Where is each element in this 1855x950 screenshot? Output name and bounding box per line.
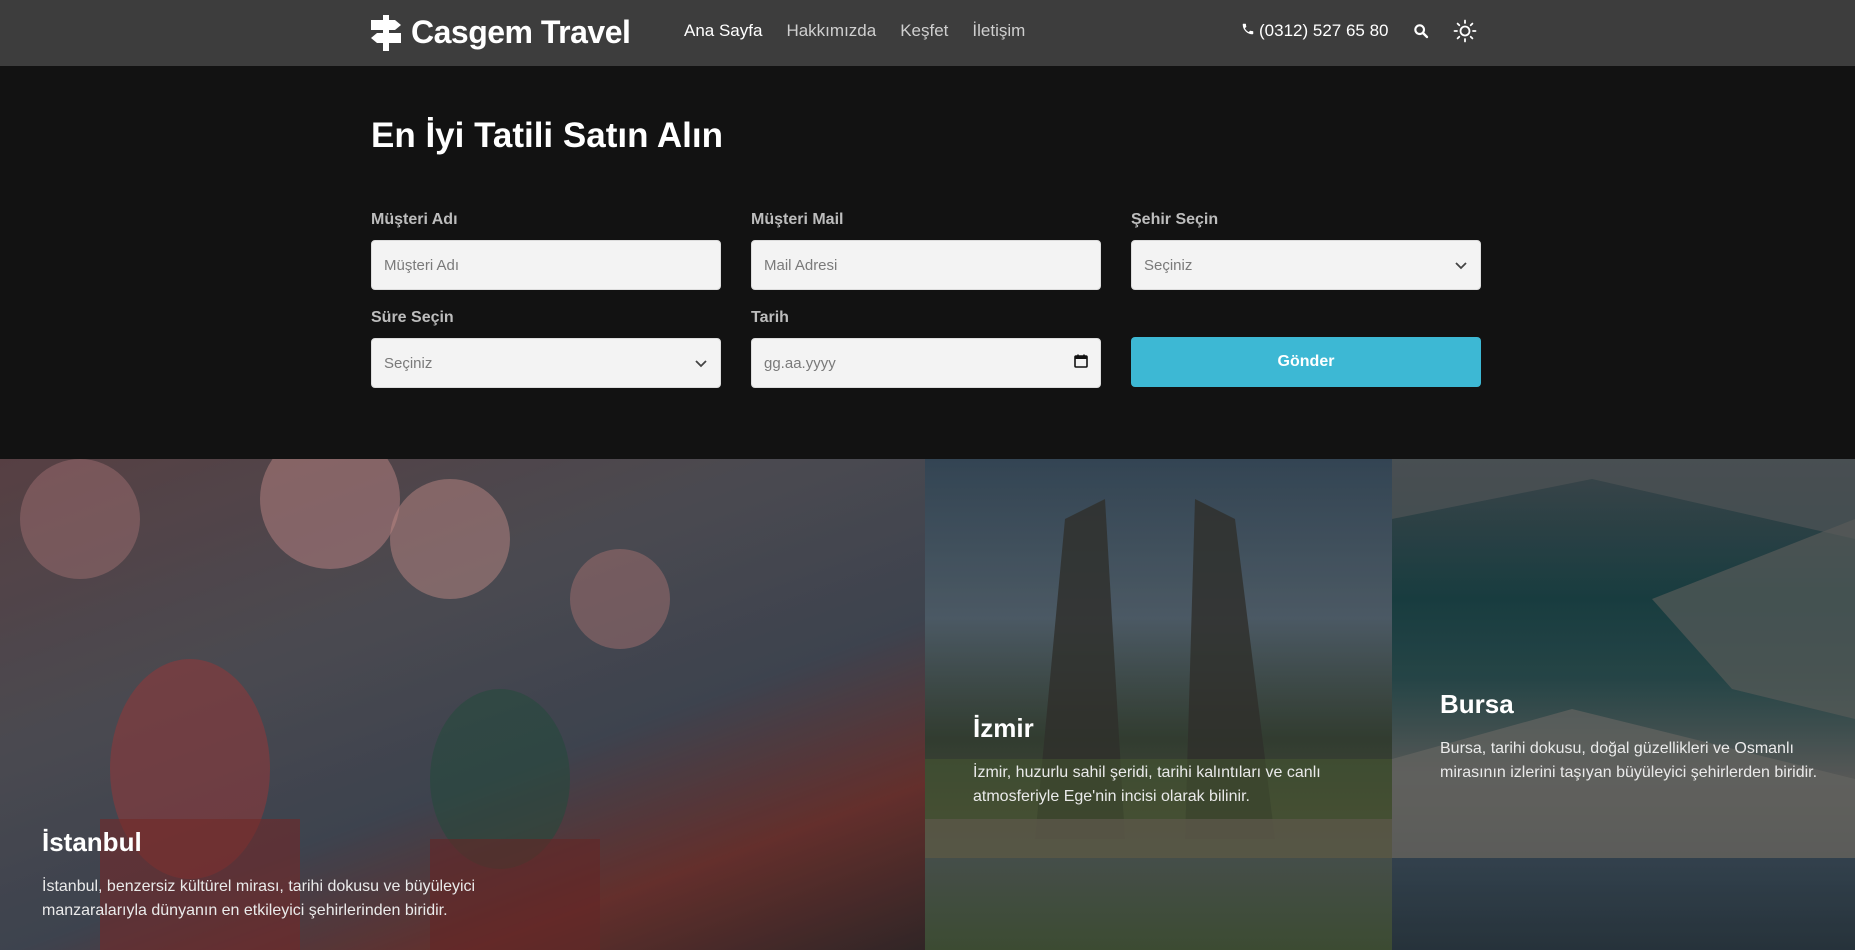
destination-card-izmir[interactable]: İzmir İzmir, huzurlu sahil şeridi, tarih…: [925, 459, 1392, 858]
phone-link[interactable]: (0312) 527 65 80: [1241, 21, 1389, 41]
search-icon[interactable]: [1409, 19, 1433, 43]
destination-title: İzmir: [973, 713, 1034, 743]
customer-mail-field[interactable]: [751, 240, 1101, 290]
signpost-icon: [371, 14, 401, 51]
nav-link-home[interactable]: Ana Sayfa: [684, 21, 762, 41]
customer-mail-input[interactable]: [764, 256, 1088, 274]
duration-select-value: Seçiniz: [384, 354, 433, 372]
customer-mail-label: Müşteri Mail: [751, 211, 844, 228]
page-title: En İyi Tatili Satın Alın: [371, 116, 723, 155]
destination-description: İstanbul, benzersiz kültürel mirası, tar…: [42, 878, 476, 919]
main-nav: Ana Sayfa Hakkımızda Keşfet İletişim: [684, 21, 1025, 41]
duration-select-label: Süre Seçin: [371, 309, 454, 326]
navbar: Casgem Travel Ana Sayfa Hakkımızda Keşfe…: [0, 0, 1855, 66]
tile-overlay: [925, 858, 1392, 950]
nav-link-about[interactable]: Hakkımızda: [786, 21, 876, 41]
tile-overlay: [1392, 858, 1855, 950]
destination-title: İstanbul: [42, 827, 142, 857]
nav-link-explore[interactable]: Keşfet: [900, 21, 948, 41]
brand-link[interactable]: Casgem Travel: [371, 14, 631, 51]
destination-card-bursa[interactable]: Bursa Bursa, tarihi dokusu, doğal güzell…: [1392, 459, 1855, 858]
customer-name-field[interactable]: [371, 240, 721, 290]
phone-number: (0312) 527 65 80: [1259, 21, 1389, 40]
calendar-icon[interactable]: [1074, 354, 1088, 372]
city-select-value: Seçiniz: [1144, 256, 1193, 274]
city-select[interactable]: Seçiniz: [1131, 240, 1481, 290]
nav-actions: (0312) 527 65 80: [1241, 19, 1477, 43]
nav-link-contact[interactable]: İletişim: [972, 21, 1025, 41]
chevron-down-icon: [694, 355, 708, 372]
city-select-label: Şehir Seçin: [1131, 211, 1219, 228]
destination-title: Bursa: [1440, 689, 1514, 719]
customer-name-input[interactable]: [384, 256, 708, 274]
date-field[interactable]: gg.aa.yyyy: [751, 338, 1101, 388]
duration-select[interactable]: Seçiniz: [371, 338, 721, 388]
sun-icon[interactable]: [1453, 19, 1477, 43]
destination-card-next-1[interactable]: [925, 858, 1392, 950]
booking-section: En İyi Tatili Satın Alın Müşteri Adı Müş…: [0, 66, 1855, 459]
date-placeholder: gg.aa.yyyy: [764, 354, 836, 372]
destination-card-next-2[interactable]: [1392, 858, 1855, 950]
destination-description: Bursa, tarihi dokusu, doğal güzellikleri…: [1440, 740, 1818, 781]
submit-button[interactable]: Gönder: [1131, 337, 1481, 387]
destination-card-istanbul[interactable]: İstanbul İstanbul, benzersiz kültürel mi…: [0, 459, 925, 950]
tile-overlay: [1392, 459, 1855, 858]
date-label: Tarih: [751, 309, 789, 326]
chevron-down-icon: [1454, 257, 1468, 274]
brand-name: Casgem Travel: [411, 14, 631, 50]
phone-icon: [1241, 21, 1255, 41]
customer-name-label: Müşteri Adı: [371, 211, 458, 228]
destination-description: İzmir, huzurlu sahil şeridi, tarihi kalı…: [973, 764, 1321, 805]
